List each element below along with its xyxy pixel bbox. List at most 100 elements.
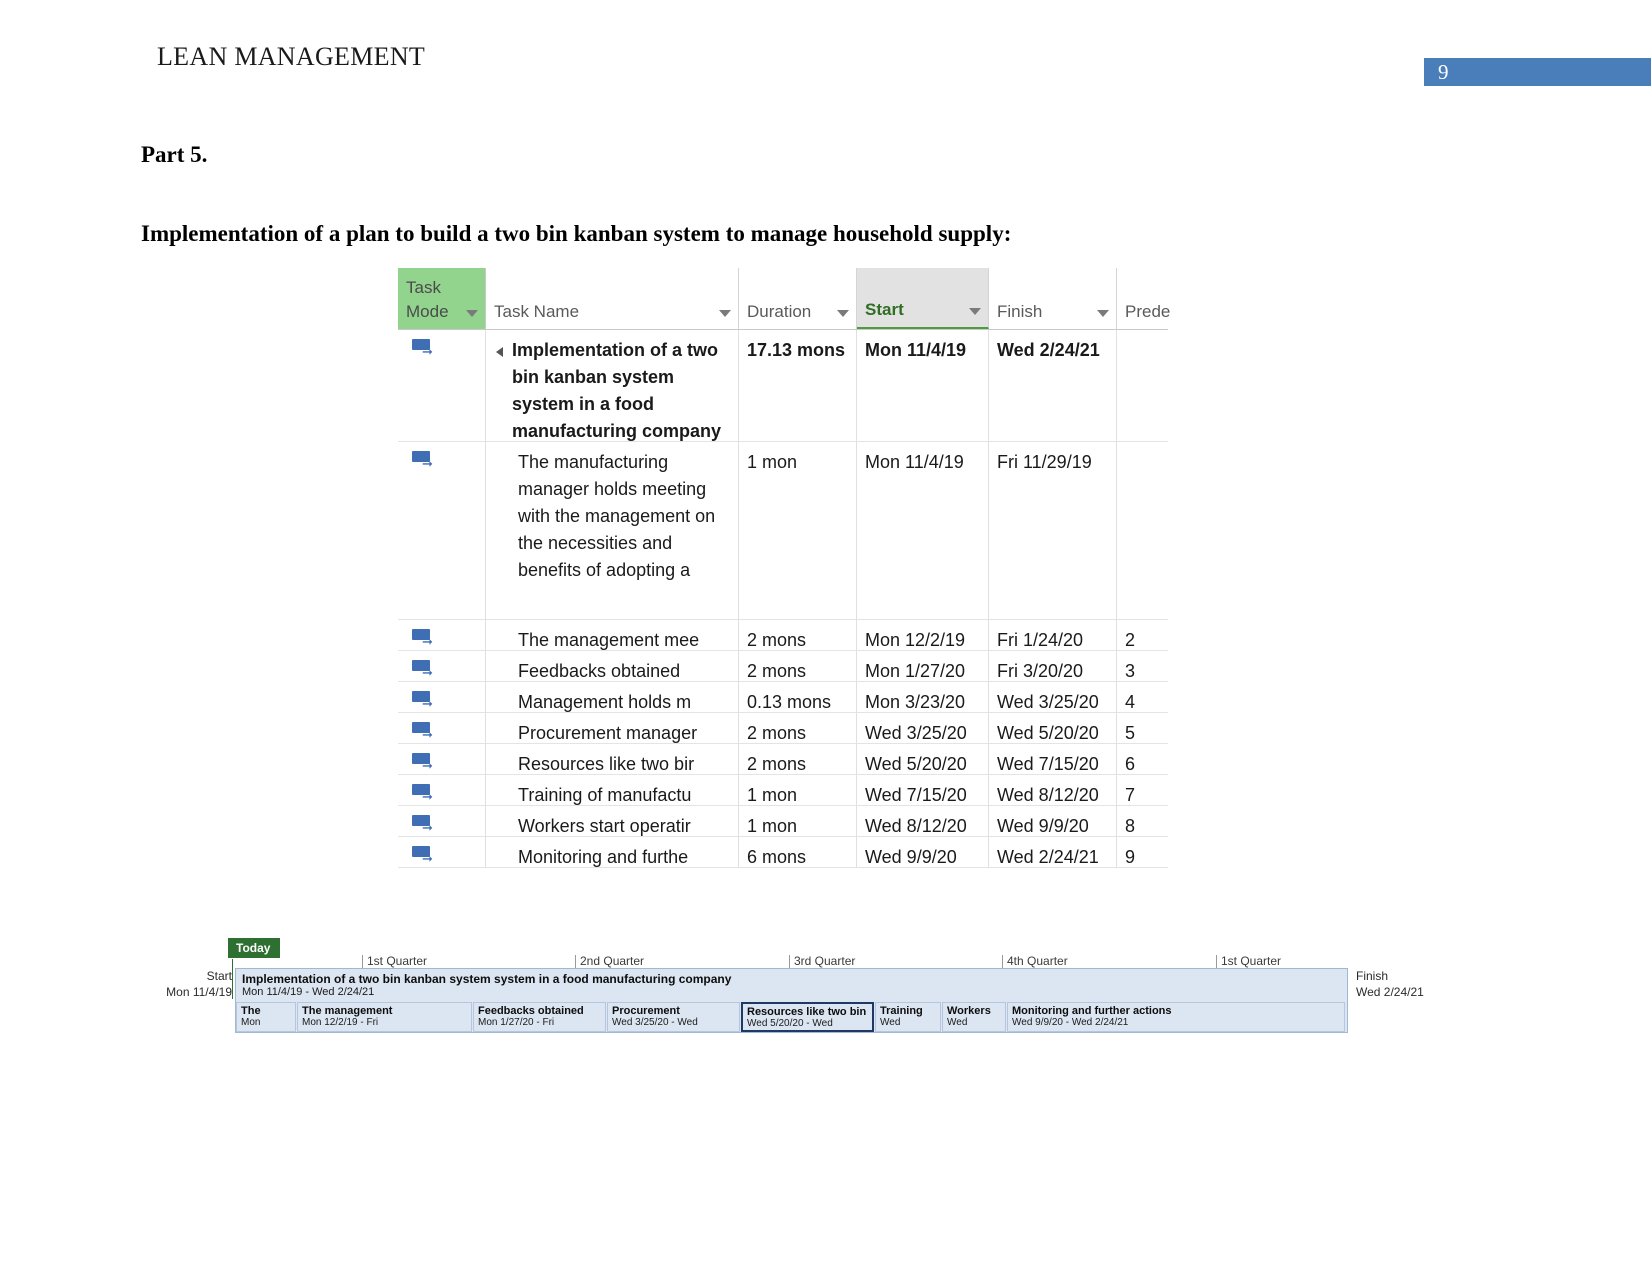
cell-predecessors[interactable]: 2	[1117, 620, 1168, 650]
cell-duration[interactable]: 2 mons	[739, 620, 857, 650]
cell-duration[interactable]: 1 mon	[739, 775, 857, 805]
cell-finish[interactable]: Wed 2/24/21	[989, 330, 1117, 441]
table-row[interactable]: ➞ Procurement manager 2 mons Wed 3/25/20 Wed…	[398, 713, 1168, 744]
timeline-task-box[interactable]: Resources like two bin Wed 5/20/20 - Wed	[741, 1002, 874, 1032]
cell-task-name[interactable]: Resources like two bir	[486, 744, 739, 774]
cell-duration[interactable]: 0.13 mons	[739, 682, 857, 712]
table-row[interactable]: ➞ Management holds m 0.13 mons Mon 3/23/20 W…	[398, 682, 1168, 713]
collapse-triangle-icon[interactable]	[496, 347, 503, 357]
cell-predecessors[interactable]: 5	[1117, 713, 1168, 743]
cell-finish[interactable]: Wed 9/9/20	[989, 806, 1117, 836]
cell-task-name[interactable]: Training of manufactu	[486, 775, 739, 805]
cell-task-mode[interactable]: ➞	[398, 682, 486, 712]
page-number-badge: 9	[1424, 58, 1651, 86]
start-text: Wed 9/9/20	[865, 847, 957, 867]
table-row[interactable]: ➞ The manufacturing manager holds meeting…	[398, 442, 1168, 620]
table-row[interactable]: ➞ Resources like two bir 2 mons Wed 5/20/20…	[398, 744, 1168, 775]
cell-predecessors[interactable]	[1117, 330, 1168, 441]
table-row[interactable]: ➞ Feedbacks obtained 2 mons Mon 1/27/20 Fri …	[398, 651, 1168, 682]
table-row[interactable]: ➞ Implementation of a two bin kanban syst…	[398, 330, 1168, 442]
cell-start[interactable]: Mon 12/2/19	[857, 620, 989, 650]
cell-start[interactable]: Wed 7/15/20	[857, 775, 989, 805]
cell-finish[interactable]: Wed 8/12/20	[989, 775, 1117, 805]
cell-predecessors[interactable]: 8	[1117, 806, 1168, 836]
chevron-down-icon[interactable]	[837, 310, 849, 317]
timeline-summary-bar[interactable]: Implementation of a two bin kanban syste…	[235, 968, 1348, 1033]
cell-start[interactable]: Wed 3/25/20	[857, 713, 989, 743]
column-header-finish[interactable]: Finish	[989, 268, 1117, 329]
cell-finish[interactable]: Wed 5/20/20	[989, 713, 1117, 743]
cell-start[interactable]: Mon 11/4/19	[857, 442, 989, 619]
timeline-task-box[interactable]: Feedbacks obtained Mon 1/27/20 - Fri	[473, 1002, 606, 1032]
cell-duration[interactable]: 2 mons	[739, 651, 857, 681]
timeline-task-box[interactable]: Workers Wed	[942, 1002, 1006, 1032]
cell-finish[interactable]: Fri 3/20/20	[989, 651, 1117, 681]
timeline-task-dates: Wed 9/9/20 - Wed 2/24/21	[1012, 1017, 1129, 1028]
cell-task-name[interactable]: Monitoring and furthe	[486, 837, 739, 867]
timeline-task-dates: Wed	[947, 1017, 968, 1028]
table-row[interactable]: ➞ Training of manufactu 1 mon Wed 7/15/20 We…	[398, 775, 1168, 806]
cell-predecessors[interactable]: 9	[1117, 837, 1168, 867]
cell-start[interactable]: Wed 8/12/20	[857, 806, 989, 836]
column-header-start[interactable]: Start	[857, 268, 989, 329]
chevron-down-icon[interactable]	[466, 310, 478, 317]
table-row[interactable]: ➞ Workers start operatir 1 mon Wed 8/12/20 W…	[398, 806, 1168, 837]
cell-duration[interactable]: 17.13 mons	[739, 330, 857, 441]
cell-duration[interactable]: 1 mon	[739, 806, 857, 836]
column-header-task-mode[interactable]: Task Mode	[398, 268, 486, 329]
cell-task-name[interactable]: The management mee	[486, 620, 739, 650]
cell-task-name[interactable]: Procurement manager	[486, 713, 739, 743]
column-header-task-name[interactable]: Task Name	[486, 268, 739, 329]
cell-finish[interactable]: Fri 1/24/20	[989, 620, 1117, 650]
predecessors-text: 2	[1125, 630, 1136, 650]
chevron-down-icon[interactable]	[1097, 310, 1109, 317]
cell-task-mode[interactable]: ➞	[398, 442, 486, 619]
cell-task-name[interactable]: Workers start operatir	[486, 806, 739, 836]
cell-predecessors[interactable]: 3	[1117, 651, 1168, 681]
cell-start[interactable]: Mon 3/23/20	[857, 682, 989, 712]
table-row[interactable]: ➞ The management mee 2 mons Mon 12/2/19 Fri …	[398, 620, 1168, 651]
cell-task-name[interactable]: Management holds m	[486, 682, 739, 712]
timeline-task-box[interactable]: Training Wed	[875, 1002, 941, 1032]
cell-finish[interactable]: Wed 2/24/21	[989, 837, 1117, 867]
timeline-task-strip: The Mon The management Mon 12/2/19 - Fri Fee…	[236, 1002, 1347, 1032]
cell-task-mode[interactable]: ➞	[398, 806, 486, 836]
cell-start[interactable]: Mon 1/27/20	[857, 651, 989, 681]
cell-task-name[interactable]: Feedbacks obtained	[486, 651, 739, 681]
timeline-task-box[interactable]: The management Mon 12/2/19 - Fri	[297, 1002, 472, 1032]
task-name-text: The management mee	[518, 630, 700, 650]
cell-duration[interactable]: 6 mons	[739, 837, 857, 867]
cell-predecessors[interactable]: 6	[1117, 744, 1168, 774]
cell-duration[interactable]: 2 mons	[739, 713, 857, 743]
chevron-down-icon[interactable]	[719, 310, 731, 317]
predecessors-text: 8	[1125, 816, 1136, 836]
cell-task-name[interactable]: The manufacturing manager holds meeting …	[486, 442, 739, 619]
timeline-start-label: Start Mon 11/4/19	[150, 968, 232, 1000]
cell-duration[interactable]: 2 mons	[739, 744, 857, 774]
cell-task-mode[interactable]: ➞	[398, 713, 486, 743]
cell-task-mode[interactable]: ➞	[398, 620, 486, 650]
cell-task-mode[interactable]: ➞	[398, 651, 486, 681]
column-header-predecessors[interactable]: Prede	[1117, 268, 1170, 329]
cell-start[interactable]: Wed 9/9/20	[857, 837, 989, 867]
cell-task-name[interactable]: Implementation of a two bin kanban syste…	[486, 330, 739, 441]
cell-finish[interactable]: Wed 7/15/20	[989, 744, 1117, 774]
timeline-task-box[interactable]: The Mon	[236, 1002, 296, 1032]
table-row[interactable]: ➞ Monitoring and furthe 6 mons Wed 9/9/20 We…	[398, 837, 1168, 868]
cell-predecessors[interactable]: 7	[1117, 775, 1168, 805]
cell-finish[interactable]: Wed 3/25/20	[989, 682, 1117, 712]
cell-duration[interactable]: 1 mon	[739, 442, 857, 619]
column-header-duration[interactable]: Duration	[739, 268, 857, 329]
chevron-down-icon[interactable]	[969, 308, 981, 315]
timeline-task-box[interactable]: Procurement Wed 3/25/20 - Wed	[607, 1002, 740, 1032]
cell-task-mode[interactable]: ➞	[398, 330, 486, 441]
timeline-task-box[interactable]: Monitoring and further actions Wed 9/9/20…	[1007, 1002, 1345, 1032]
cell-task-mode[interactable]: ➞	[398, 775, 486, 805]
cell-start[interactable]: Wed 5/20/20	[857, 744, 989, 774]
cell-finish[interactable]: Fri 11/29/19	[989, 442, 1117, 619]
cell-predecessors[interactable]: 4	[1117, 682, 1168, 712]
cell-task-mode[interactable]: ➞	[398, 837, 486, 867]
cell-start[interactable]: Mon 11/4/19	[857, 330, 989, 441]
cell-task-mode[interactable]: ➞	[398, 744, 486, 774]
cell-predecessors[interactable]	[1117, 442, 1168, 619]
